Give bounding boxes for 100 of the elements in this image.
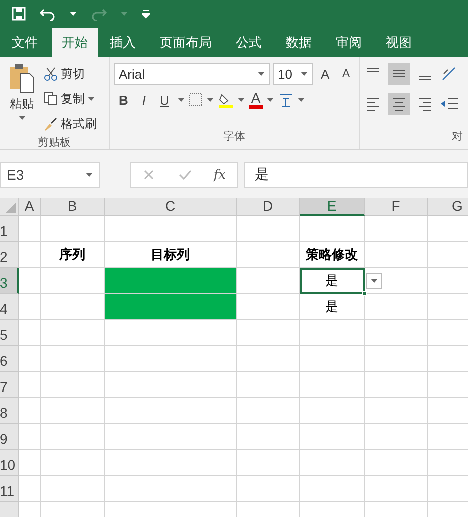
grid-cell[interactable]	[105, 216, 237, 242]
grid-cell[interactable]	[105, 372, 237, 398]
phonetic-icon[interactable]	[278, 92, 294, 108]
column-header[interactable]: G	[428, 198, 468, 216]
grid-cell[interactable]	[19, 216, 41, 242]
grid-cell[interactable]	[237, 372, 300, 398]
grid-cell[interactable]	[19, 372, 41, 398]
row-header[interactable]: 4	[0, 294, 19, 320]
grid-cell[interactable]	[41, 346, 105, 372]
align-center-icon[interactable]	[388, 93, 410, 115]
format-painter-label[interactable]: 格式刷	[61, 116, 97, 132]
ribbon-tab[interactable]: 审阅	[326, 28, 372, 57]
column-header[interactable]: E	[300, 198, 365, 216]
grid-cell[interactable]	[365, 372, 428, 398]
grid-cell[interactable]	[19, 294, 41, 320]
ribbon-tab[interactable]: 插入	[100, 28, 146, 57]
grid-cell[interactable]	[19, 320, 41, 346]
row-header[interactable]: 1	[0, 216, 19, 242]
ribbon-tab[interactable]: 文件	[2, 28, 48, 57]
grid-cell[interactable]	[19, 398, 41, 424]
grid-cell[interactable]	[19, 346, 41, 372]
grid-cell[interactable]	[105, 450, 237, 476]
select-all-icon[interactable]	[6, 203, 16, 213]
save-icon[interactable]	[12, 7, 26, 21]
grid-cell[interactable]	[237, 216, 300, 242]
grid-cell[interactable]	[41, 476, 105, 502]
grid-cell[interactable]	[365, 476, 428, 502]
caret-icon[interactable]	[70, 12, 77, 16]
italic-button[interactable]: I	[137, 90, 152, 110]
insert-function-button[interactable]: fx	[214, 168, 226, 182]
grid-cell[interactable]	[300, 372, 365, 398]
grid-cell[interactable]	[105, 320, 237, 346]
grid-cell[interactable]	[41, 450, 105, 476]
grid-cell[interactable]	[365, 216, 428, 242]
grid-cell[interactable]	[19, 424, 41, 450]
grid-cell[interactable]	[237, 398, 300, 424]
grid-cell[interactable]	[105, 424, 237, 450]
row-header[interactable]: 7	[0, 372, 19, 398]
row-header[interactable]: 11	[0, 476, 19, 502]
grid-cell[interactable]: 序列	[41, 242, 105, 268]
grid-cell[interactable]	[237, 320, 300, 346]
column-header[interactable]: C	[105, 198, 237, 216]
grid-cell[interactable]	[19, 450, 41, 476]
underline-button[interactable]: U	[155, 90, 174, 110]
grid-cell[interactable]	[41, 320, 105, 346]
font-name-field[interactable]: Arial	[114, 63, 270, 85]
grid-cell[interactable]	[300, 398, 365, 424]
dropdown-button[interactable]	[366, 273, 382, 289]
enter-icon[interactable]	[178, 168, 192, 182]
grid-cell[interactable]	[300, 450, 365, 476]
grid-cell[interactable]	[237, 424, 300, 450]
grid-cell[interactable]	[300, 216, 365, 242]
grid-cell[interactable]	[237, 268, 300, 294]
redo-icon[interactable]	[91, 7, 107, 21]
grid-cell[interactable]	[365, 346, 428, 372]
ribbon-tab[interactable]: 数据	[276, 28, 322, 57]
shrink-font-button[interactable]: A	[338, 66, 355, 82]
grow-font-button[interactable]: A	[316, 64, 335, 84]
formula-field[interactable]: 是	[244, 162, 468, 188]
grid-cell[interactable]	[105, 346, 237, 372]
row-header[interactable]: 6	[0, 346, 19, 372]
fill-handle[interactable]	[362, 291, 367, 296]
caret-icon[interactable]	[258, 72, 265, 76]
caret-icon[interactable]	[266, 98, 274, 102]
column-header[interactable]: B	[41, 198, 105, 216]
font-size-field[interactable]: 10	[272, 63, 313, 85]
grid-cell[interactable]	[365, 424, 428, 450]
ribbon-tab[interactable]: 开始	[52, 28, 98, 57]
grid-cell[interactable]	[365, 242, 428, 268]
brush-icon[interactable]	[44, 117, 58, 131]
caret-icon[interactable]	[178, 98, 186, 102]
caret-icon[interactable]	[298, 98, 305, 102]
grid-cell[interactable]: 策略修改	[300, 242, 365, 268]
grid-cell[interactable]	[365, 320, 428, 346]
grid-cell[interactable]	[237, 450, 300, 476]
grid-cell[interactable]	[105, 398, 237, 424]
paste-label[interactable]: 粘贴	[10, 96, 34, 113]
align-middle-icon[interactable]	[388, 63, 410, 85]
row-header[interactable]: 8	[0, 398, 19, 424]
caret-icon[interactable]	[18, 116, 26, 120]
grid-cell[interactable]	[365, 294, 428, 320]
grid-cell[interactable]	[237, 294, 300, 320]
grid-cell[interactable]	[41, 294, 105, 320]
ribbon-tab[interactable]: 视图	[376, 28, 422, 57]
scissors-icon[interactable]	[44, 67, 58, 81]
copy-icon[interactable]	[44, 92, 58, 106]
ribbon-tab[interactable]: 公式	[226, 28, 272, 57]
row-header[interactable]: 3	[0, 268, 19, 294]
grid-cell[interactable]	[300, 476, 365, 502]
name-box[interactable]: E3	[0, 162, 100, 188]
column-header[interactable]: A	[19, 198, 41, 216]
undo-icon[interactable]	[40, 7, 56, 21]
cancel-icon[interactable]	[142, 168, 156, 182]
fill-color-icon[interactable]	[218, 92, 234, 108]
filled-cell[interactable]	[105, 294, 237, 320]
grid-cell[interactable]	[19, 242, 41, 268]
caret-icon[interactable]	[86, 173, 93, 177]
row-header[interactable]: 10	[0, 450, 19, 476]
grid-cell[interactable]	[105, 476, 237, 502]
ribbon-tab[interactable]: 页面布局	[150, 28, 222, 57]
